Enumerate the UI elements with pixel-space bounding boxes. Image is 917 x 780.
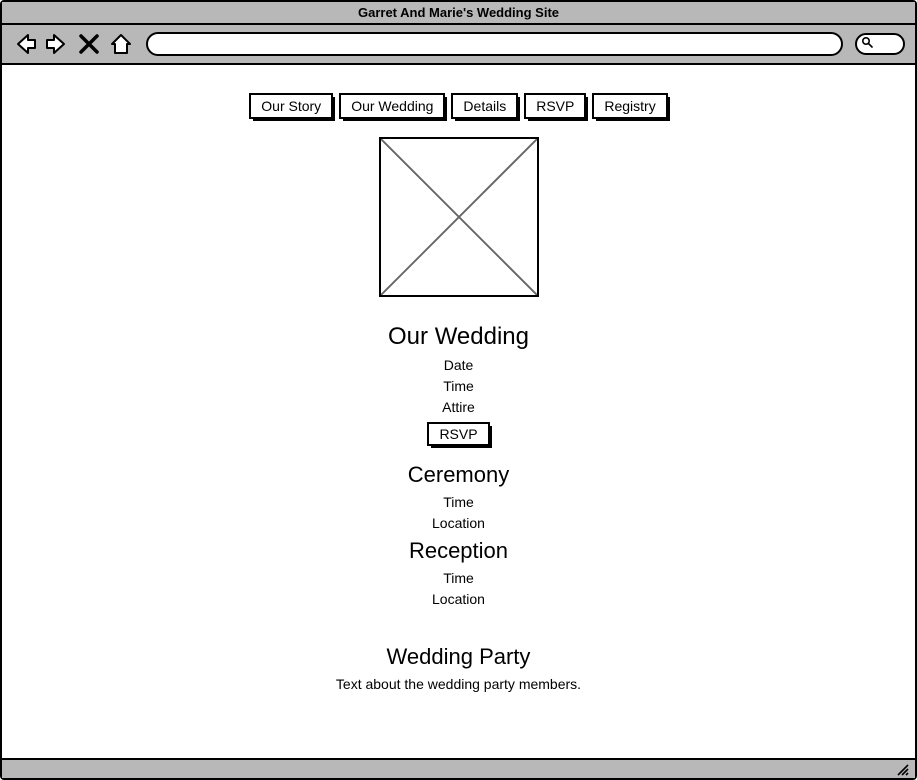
window-title-bar: Garret And Marie's Wedding Site: [2, 2, 915, 25]
rsvp-button[interactable]: RSVP: [427, 422, 489, 446]
wedding-date: Date: [444, 355, 474, 376]
nav-registry[interactable]: Registry: [592, 93, 667, 119]
wedding-attire: Attire: [442, 397, 475, 418]
wedding-party-text: Text about the wedding party members.: [336, 674, 581, 695]
reception-time: Time: [443, 568, 474, 589]
page-content: Our Story Our Wedding Details RSVP Regis…: [2, 65, 915, 758]
ceremony-heading: Ceremony: [408, 462, 509, 488]
wedding-party-section: Wedding Party Text about the wedding par…: [336, 640, 581, 695]
nav-our-story[interactable]: Our Story: [249, 93, 333, 119]
reception-heading: Reception: [409, 538, 508, 564]
reception-location: Location: [432, 589, 485, 610]
stop-icon[interactable]: [76, 31, 102, 57]
browser-toolbar: [2, 25, 915, 65]
our-wedding-heading: Our Wedding: [388, 323, 529, 351]
site-nav: Our Story Our Wedding Details RSVP Regis…: [249, 93, 667, 119]
resize-grip-icon[interactable]: [895, 762, 909, 776]
address-bar[interactable]: [146, 32, 843, 56]
nav-our-wedding[interactable]: Our Wedding: [339, 93, 445, 119]
ceremony-location: Location: [432, 513, 485, 534]
nav-rsvp[interactable]: RSVP: [524, 93, 586, 119]
wedding-party-heading: Wedding Party: [387, 644, 531, 670]
ceremony-time: Time: [443, 492, 474, 513]
reception-section: Reception Time Location: [409, 534, 508, 610]
status-bar: [2, 758, 915, 778]
forward-arrow-icon[interactable]: [44, 31, 70, 57]
back-arrow-icon[interactable]: [12, 31, 38, 57]
window-title: Garret And Marie's Wedding Site: [358, 5, 559, 20]
wedding-time: Time: [443, 376, 474, 397]
ceremony-section: Ceremony Time Location: [408, 458, 509, 534]
browser-window: Garret And Marie's Wedding Site Our Stor…: [0, 0, 917, 780]
home-icon[interactable]: [108, 31, 134, 57]
search-field[interactable]: [855, 33, 905, 55]
our-wedding-section: Our Wedding Date Time Attire RSVP: [388, 319, 529, 458]
search-icon: [861, 35, 873, 53]
nav-details[interactable]: Details: [451, 93, 518, 119]
hero-image-placeholder: [379, 137, 539, 297]
